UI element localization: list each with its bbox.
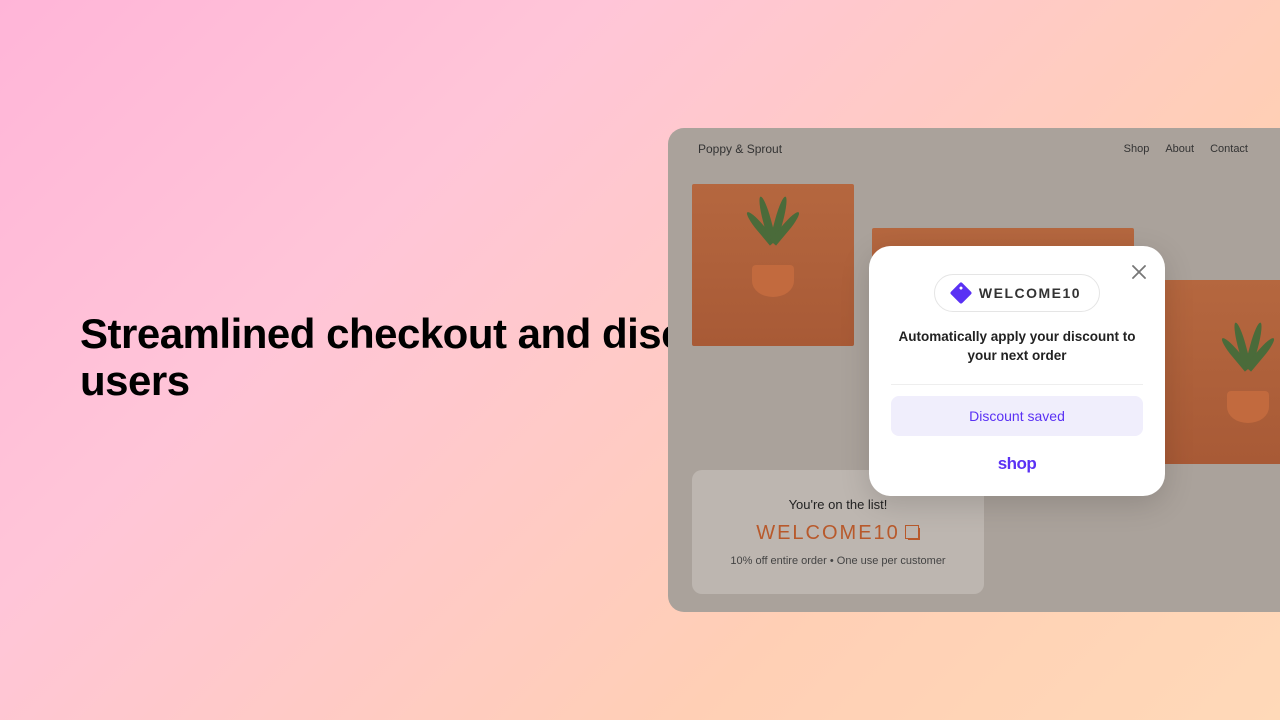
discount-saved-button[interactable]: Discount saved: [891, 396, 1143, 436]
copy-icon[interactable]: [908, 528, 920, 540]
product-image: [1158, 280, 1280, 464]
promo-subtext: 10% off entire order • One use per custo…: [730, 555, 945, 567]
store-brand: Poppy & Sprout: [698, 142, 782, 156]
promo-code-row: WELCOME10: [756, 522, 920, 545]
nav-about[interactable]: About: [1165, 143, 1194, 155]
store-nav: Shop About Contact: [1124, 143, 1248, 155]
close-icon[interactable]: [1129, 262, 1149, 282]
discount-popup: WELCOME10 Automatically apply your disco…: [869, 246, 1165, 496]
discount-code-text: WELCOME10: [979, 285, 1081, 301]
popup-message: Automatically apply your discount to you…: [891, 328, 1143, 366]
promo-title: You're on the list!: [789, 497, 888, 512]
discount-code-pill: WELCOME10: [934, 274, 1100, 312]
shop-logo: shop: [998, 454, 1037, 474]
nav-contact[interactable]: Contact: [1210, 143, 1248, 155]
product-image: [692, 184, 854, 346]
tag-icon: [950, 282, 973, 305]
nav-shop[interactable]: Shop: [1124, 143, 1150, 155]
promo-code-text: WELCOME10: [756, 522, 900, 545]
store-header: Poppy & Sprout Shop About Contact: [668, 128, 1280, 170]
